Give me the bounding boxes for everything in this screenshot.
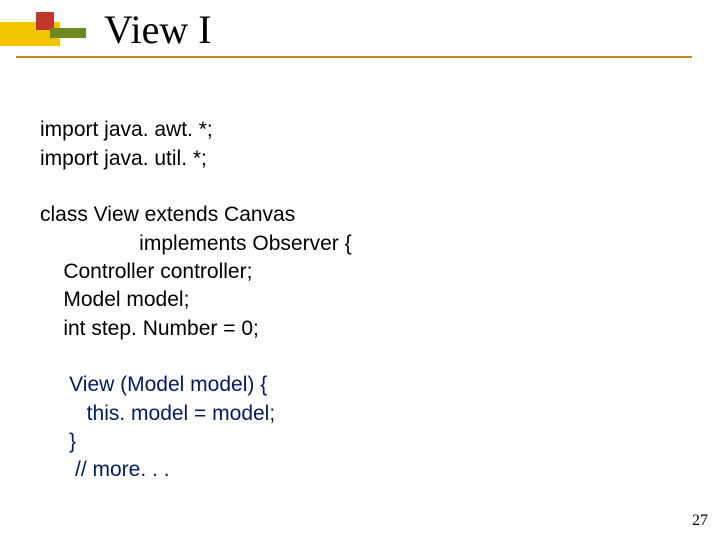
code-line: Controller controller;: [40, 260, 252, 283]
code-line: import java. awt. *;: [40, 118, 213, 141]
code-line: }: [40, 430, 76, 453]
title-underline: [16, 56, 692, 58]
slide-decoration: [0, 22, 92, 46]
code-block: import java. awt. *; import java. util. …: [40, 88, 352, 485]
code-line: class View extends Canvas: [40, 203, 295, 226]
code-line: implements Observer {: [40, 232, 352, 255]
code-line: Model model;: [40, 288, 189, 311]
page-number: 27: [692, 512, 708, 530]
code-line: import java. util. *;: [40, 147, 207, 170]
code-line: // more. . .: [40, 458, 170, 481]
code-line: this. model = model;: [40, 402, 275, 425]
code-line: View (Model model) {: [40, 373, 267, 396]
code-line: int step. Number = 0;: [40, 317, 259, 340]
deco-green-block: [50, 28, 86, 38]
slide-title: View I: [104, 6, 212, 53]
